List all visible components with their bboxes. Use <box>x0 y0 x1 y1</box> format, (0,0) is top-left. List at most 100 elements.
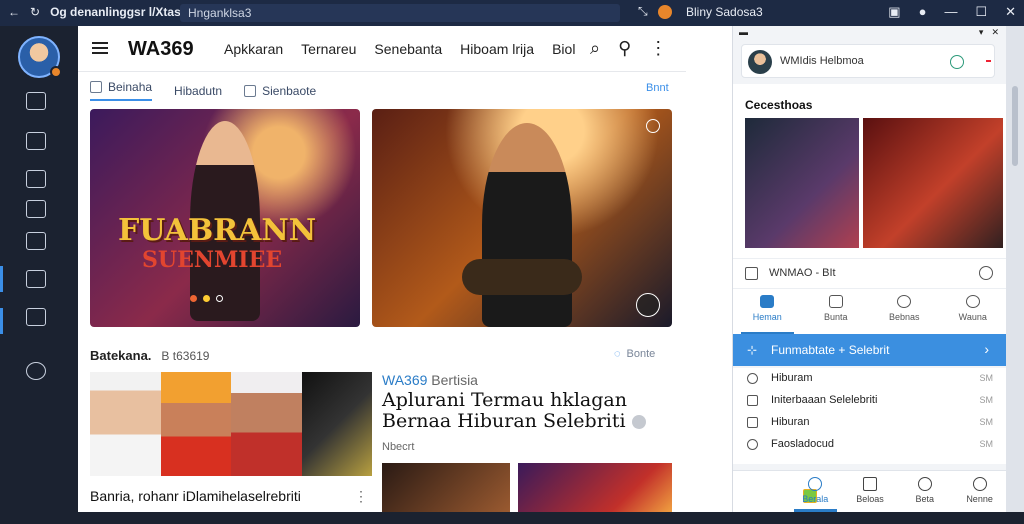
checkbox-icon[interactable] <box>244 84 257 97</box>
thumbnail[interactable] <box>160 372 231 476</box>
nav-item[interactable]: Nenne <box>952 471 1007 512</box>
reload-icon[interactable] <box>979 266 993 280</box>
filter-item[interactable]: Sienbaote <box>244 84 316 98</box>
rail-active-marker-2 <box>0 308 3 334</box>
chart-icon[interactable] <box>26 270 46 288</box>
profile-icon[interactable] <box>657 4 672 19</box>
list-item[interactable]: Faosladocud SM <box>733 434 1007 456</box>
signal-icon: ▾ <box>978 27 984 37</box>
menu-icon[interactable] <box>92 42 108 54</box>
article-thumbnail[interactable] <box>518 463 672 512</box>
nav-link[interactable]: Biol <box>552 41 575 57</box>
menu-icon[interactable]: ▬ <box>739 27 748 37</box>
carousel-dots[interactable] <box>190 295 223 302</box>
tab-title[interactable]: Og denanlinggsr l/Xtas <box>50 5 181 19</box>
bottom-caption[interactable]: Banria, rohanr iDlamihelaselrebriti <box>90 488 372 504</box>
item-icon <box>747 373 758 384</box>
search-text: WMIdis Helbmoa <box>780 55 864 67</box>
tab-group[interactable]: Wauna <box>939 289 1008 334</box>
close-button[interactable]: ✕ <box>1005 4 1016 20</box>
window-titlebar: ← ↻ Og denanlinggsr l/Xtas Hnganklsa3 ⤡ … <box>0 0 1024 26</box>
plus-icon: ⊹ <box>747 343 758 357</box>
checkbox-icon[interactable] <box>90 81 102 93</box>
sort-link[interactable]: Bnnt <box>646 82 669 94</box>
capture-icon[interactable]: ▣ <box>888 4 900 20</box>
checkbox-icon[interactable] <box>745 267 758 280</box>
nav-link[interactable]: Ternareu <box>301 41 356 57</box>
article-thumbnail[interactable] <box>382 463 510 512</box>
shrink-icon[interactable]: ⤡ <box>638 4 648 19</box>
nav-item[interactable]: Beta <box>897 471 952 512</box>
chat-icon: ◌ <box>614 348 621 360</box>
promo-banner[interactable]: ⊹ Funmabtate + Selebrit › <box>733 334 1007 366</box>
list-item[interactable]: Hiburam SM <box>733 368 1007 390</box>
right-scroll-area <box>1006 26 1024 512</box>
search-alt-icon[interactable]: ⚲ <box>618 38 631 59</box>
avatar[interactable] <box>748 50 772 74</box>
minimize-button[interactable]: — <box>944 4 957 20</box>
mobile-search-bar[interactable]: WMIdis Helbmoa <box>741 44 995 78</box>
scrollbar[interactable] <box>1012 86 1018 166</box>
refresh-icon[interactable] <box>950 55 964 69</box>
more-icon[interactable]: ⋮ <box>649 38 667 59</box>
thumbnail[interactable] <box>90 372 161 476</box>
nav-link[interactable]: Senebanta <box>374 41 442 57</box>
filter-item[interactable]: Beinaha <box>90 80 153 101</box>
chevron-right-icon: › <box>984 341 989 357</box>
folder-icon[interactable] <box>26 308 46 326</box>
section-title: Batekana. B t63619 <box>90 348 210 363</box>
thumbnail[interactable] <box>231 372 302 476</box>
content-title: Cecesthoas <box>745 98 813 112</box>
maximize-button[interactable]: ☐ <box>975 4 987 20</box>
media-icon[interactable] <box>26 232 46 250</box>
article-brand: WA369 Bertisia <box>382 372 478 388</box>
list-icon <box>862 477 877 491</box>
top-nav: WA369 Apkkaran Ternareu Senebanta Hiboam… <box>78 26 686 72</box>
item-icon <box>747 395 758 406</box>
thumbnail[interactable] <box>301 372 372 476</box>
nav-item[interactable]: Beloas <box>843 471 898 512</box>
list-item[interactable]: Initerbaaan Selelebriti SM <box>733 390 1007 412</box>
content-row[interactable]: WNMAO - BIt <box>733 258 1007 288</box>
close-icon[interactable]: ✕ <box>991 27 999 38</box>
site-logo[interactable]: WA369 <box>128 38 194 61</box>
guitarist-image[interactable] <box>863 118 1003 248</box>
shield-icon[interactable] <box>26 362 46 380</box>
nav-item[interactable]: Berala <box>788 471 843 512</box>
search-icon[interactable]: ⌕ <box>590 38 600 59</box>
notification-badge <box>50 66 62 78</box>
bank-icon[interactable] <box>26 92 46 110</box>
guitarist-image[interactable] <box>745 118 859 248</box>
article-meta: Nbecrt <box>382 441 415 453</box>
tab-home[interactable]: Heman <box>733 289 802 334</box>
caption-more-icon[interactable]: ⋮ <box>354 488 368 505</box>
timer-icon <box>646 119 660 133</box>
circle-icon[interactable]: ● <box>919 4 927 20</box>
mobile-list: Hiburam SM Initerbaaan Selelebriti SM Hibu… <box>733 368 1007 464</box>
mobile-bottom-nav: Berala Beloas Beta Nenne <box>733 470 1007 512</box>
upload-icon[interactable] <box>26 132 46 150</box>
item-icon <box>747 417 758 428</box>
featured-card[interactable] <box>372 109 672 327</box>
window-gap <box>686 26 732 512</box>
guitar-image <box>462 259 582 295</box>
rail-active-marker <box>0 266 3 292</box>
celebrity-thumbnails <box>90 372 372 476</box>
refresh-icon[interactable] <box>26 200 46 218</box>
minus-icon[interactable] <box>986 60 991 62</box>
mobile-status-bar: ▬ ▾ ✕ <box>733 26 1007 40</box>
nav-link[interactable]: Apkkaran <box>224 41 283 57</box>
save-icon[interactable] <box>636 293 660 317</box>
history-icon[interactable]: ↻ <box>30 5 40 19</box>
nav-link[interactable]: Hiboam lrija <box>460 41 534 57</box>
bookmark-icon[interactable] <box>26 170 46 188</box>
address-bar[interactable]: Hnganklsa3 <box>180 4 620 22</box>
filter-item[interactable]: Hibadutn <box>174 84 222 98</box>
list-item[interactable]: Hiburan SM <box>733 412 1007 434</box>
tab-grid[interactable]: Bunta <box>802 289 871 334</box>
back-icon[interactable]: ← <box>8 5 20 19</box>
featured-card[interactable]: FUABRANN SUENMIEE <box>90 109 360 327</box>
section-more-link[interactable]: ◌ Bonte <box>614 348 655 360</box>
tab-favorites[interactable]: Bebnas <box>870 289 939 334</box>
article-headline[interactable]: Aplurani Termau hklagan Bernaa Hiburan S… <box>382 390 672 432</box>
